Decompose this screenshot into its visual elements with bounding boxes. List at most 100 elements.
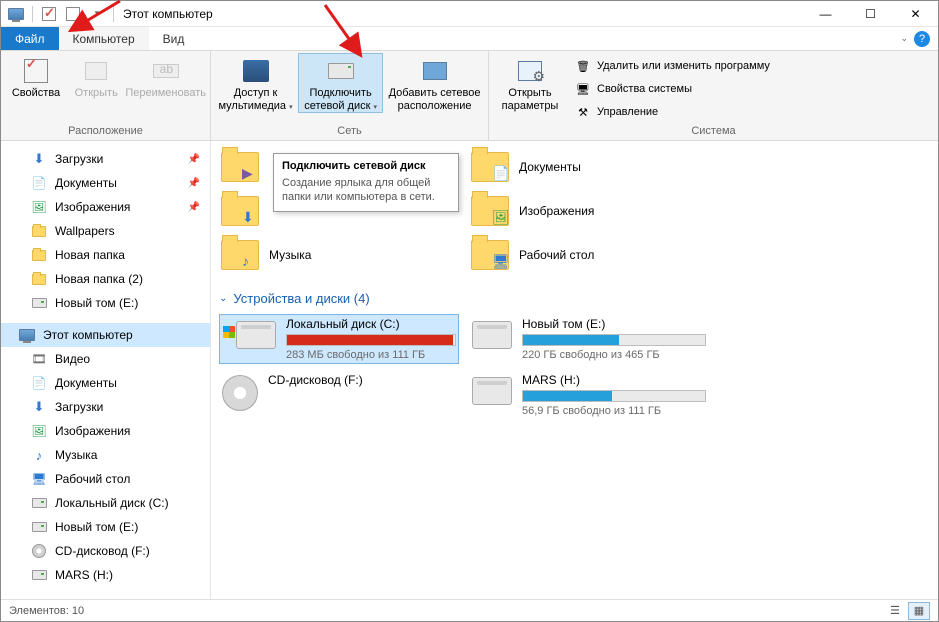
drive-tile[interactable]: Локальный диск (C:) 283 МБ свободно из 1… <box>219 314 459 364</box>
nav-item[interactable]: 📄 Документы <box>1 371 210 395</box>
nav-label: Загрузки <box>55 152 103 166</box>
ribbon-map-network-drive[interactable]: Подключить сетевой диск ▾ <box>298 53 383 113</box>
open-icon <box>80 57 112 85</box>
nav-this-pc[interactable]: Этот компьютер <box>1 323 210 347</box>
nav-item[interactable]: Новый том (E:) <box>1 291 210 315</box>
qat-app-icon[interactable] <box>5 3 27 25</box>
nav-item[interactable]: 🖼 Изображения 📌 <box>1 195 210 219</box>
folder-tile[interactable]: 📄 Документы <box>469 145 709 189</box>
nav-label: Музыка <box>55 448 97 462</box>
view-details-button[interactable]: ☰ <box>884 602 906 620</box>
uninstall-icon: 🗑 <box>575 58 591 74</box>
maximize-button[interactable]: ☐ <box>848 1 893 27</box>
ribbon-open-settings[interactable]: ⚙ Открыть параметры <box>493 53 567 112</box>
devices-section-header[interactable]: ⌄ Устройства и диски (4) <box>219 291 930 306</box>
nav-label: Документы <box>55 376 117 390</box>
ribbon-uninstall-program[interactable]: 🗑Удалить или изменить программу <box>569 55 776 77</box>
chevron-down-icon: ⌄ <box>219 293 227 304</box>
tab-file[interactable]: Файл <box>1 27 59 50</box>
qat-properties[interactable] <box>38 3 60 25</box>
cd-icon <box>31 543 47 559</box>
tooltip: Подключить сетевой диск Создание ярлыка … <box>273 153 459 212</box>
nav-label: Загрузки <box>55 400 103 414</box>
ribbon-properties[interactable]: Свойства <box>5 53 67 100</box>
folder-icon: 📄 <box>471 152 509 182</box>
ribbon-collapse-icon[interactable]: ⌄ <box>900 33 908 44</box>
folder-tile[interactable]: 🖼 Изображения <box>469 189 709 233</box>
drive-tile[interactable]: CD-дисковод (F:) <box>219 370 459 420</box>
nav-label: Новый том (E:) <box>55 520 138 534</box>
ribbon-rename: ab Переименовать <box>125 53 206 100</box>
nav-item[interactable]: Новая папка (2) <box>1 267 210 291</box>
tab-view[interactable]: Вид <box>149 27 199 50</box>
nav-label: Новый том (E:) <box>55 296 138 310</box>
video-icon: 🎞 <box>31 351 47 367</box>
folder-icon <box>31 247 47 263</box>
drive-tile[interactable]: Новый том (E:) 220 ГБ свободно из 465 ГБ <box>469 314 709 364</box>
help-icon[interactable]: ? <box>914 31 930 47</box>
nav-item[interactable]: 🖥 Рабочий стол <box>1 467 210 491</box>
folder-icon: ▶ <box>221 152 259 182</box>
folder-icon: 🖼 <box>471 196 509 226</box>
nav-item[interactable]: ♪ Музыка <box>1 443 210 467</box>
add-location-icon <box>419 57 451 85</box>
drive-tile[interactable]: MARS (H:) 56,9 ГБ свободно из 111 ГБ <box>469 370 709 420</box>
ribbon-system-properties[interactable]: 🖥Свойства системы <box>569 78 776 100</box>
nav-label: MARS (H:) <box>55 568 113 582</box>
documents-icon: 📄 <box>31 175 47 191</box>
nav-item[interactable]: 🎞 Видео <box>1 347 210 371</box>
pictures-icon: 🖼 <box>31 199 47 215</box>
ribbon-open: Открыть <box>69 53 123 100</box>
nav-item[interactable]: ⬇ Загрузки <box>1 395 210 419</box>
nav-item[interactable]: Wallpapers <box>1 219 210 243</box>
documents-icon: 📄 <box>31 375 47 391</box>
folder-icon: 🖥 <box>471 240 509 270</box>
network-drive-icon <box>325 57 357 85</box>
nav-label: Изображения <box>55 200 130 214</box>
ribbon-add-network-location[interactable]: Добавить сетевое расположение <box>385 53 484 112</box>
navigation-pane[interactable]: ⬇ Загрузки 📌 📄 Документы 📌 🖼 Изображения… <box>1 141 211 601</box>
drive-name: Локальный диск (C:) <box>286 317 456 331</box>
nav-item[interactable]: Новый том (E:) <box>1 515 210 539</box>
nav-item[interactable]: MARS (H:) <box>1 563 210 587</box>
devices-heading: Устройства и диски (4) <box>233 291 369 306</box>
pin-icon: 📌 <box>188 202 200 213</box>
ribbon-manage[interactable]: ⚒Управление <box>569 101 776 123</box>
nav-item[interactable]: Локальный диск (C:) <box>1 491 210 515</box>
desktop-icon: 🖥 <box>31 471 47 487</box>
drive-icon <box>31 495 47 511</box>
folder-label: Документы <box>519 160 581 174</box>
close-button[interactable]: ✕ <box>893 1 938 27</box>
manage-icon: ⚒ <box>575 104 591 120</box>
nav-item[interactable]: Новая папка <box>1 243 210 267</box>
media-icon <box>240 57 272 85</box>
nav-label: Новая папка <box>55 248 125 262</box>
folder-icon <box>31 223 47 239</box>
minimize-button[interactable]: — <box>803 1 848 27</box>
folder-tile[interactable]: 🖥 Рабочий стол <box>469 233 709 277</box>
nav-item[interactable]: 🖼 Изображения <box>1 419 210 443</box>
drive-icon <box>31 519 47 535</box>
folder-icon <box>31 271 47 287</box>
nav-label: Этот компьютер <box>43 328 133 342</box>
ribbon-group-system-label: Система <box>489 123 938 140</box>
drive-free: 283 МБ свободно из 111 ГБ <box>286 349 456 361</box>
ribbon-group-network-label: Сеть <box>211 123 488 140</box>
pin-icon: 📌 <box>188 154 200 165</box>
view-tiles-button[interactable]: ▦ <box>908 602 930 620</box>
folder-tile[interactable]: ♪ Музыка <box>219 233 459 277</box>
content-pane[interactable]: Подключить сетевой диск Создание ярлыка … <box>211 141 938 601</box>
nav-item[interactable]: CD-дисковод (F:) <box>1 539 210 563</box>
nav-label: Локальный диск (C:) <box>55 496 169 510</box>
drive-free: 220 ГБ свободно из 465 ГБ <box>522 349 706 361</box>
ribbon-media-access[interactable]: Доступ к мультимедиа ▾ <box>215 53 296 112</box>
tooltip-body: Создание ярлыка для общей папки или комп… <box>282 176 450 205</box>
drive-icon <box>472 373 512 417</box>
settings-icon: ⚙ <box>514 57 546 85</box>
rename-icon: ab <box>150 57 182 85</box>
nav-item[interactable]: ⬇ Загрузки 📌 <box>1 147 210 171</box>
nav-label: CD-дисковод (F:) <box>55 544 150 558</box>
nav-item[interactable]: 📄 Документы 📌 <box>1 171 210 195</box>
drive-name: MARS (H:) <box>522 373 706 387</box>
ribbon: Свойства Открыть ab Переименовать Распол… <box>1 51 938 141</box>
